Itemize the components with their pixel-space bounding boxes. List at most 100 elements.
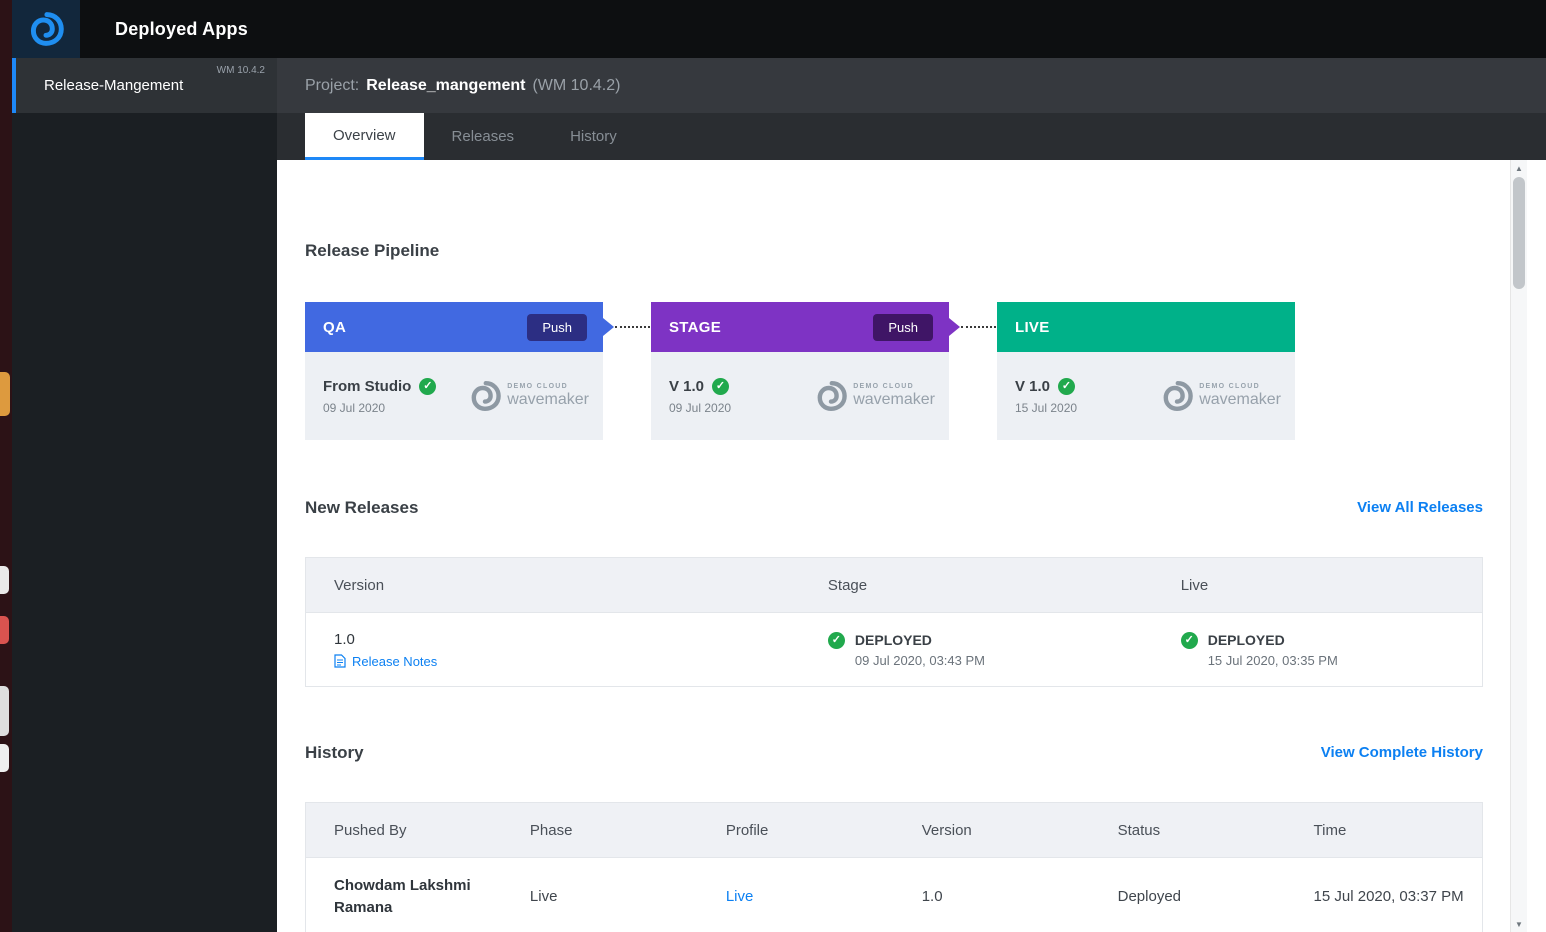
release-pipeline-heading: Release Pipeline (305, 240, 1483, 262)
release-notes-link[interactable]: Release Notes (334, 654, 800, 669)
stage-header-0: QA Push (305, 302, 603, 352)
logo-demo-cloud-label: DEMO CLOUD (853, 383, 935, 390)
stage-date: 15 Jul 2020 (1015, 401, 1077, 415)
sidebar-item-project[interactable]: WM 10.4.2 Release-Mangement (12, 58, 277, 113)
check-circle-icon (419, 378, 436, 395)
column-header-version: Version (894, 822, 1090, 839)
wavemaker-wave-icon (469, 380, 501, 412)
live-time: 15 Jul 2020, 03:35 PM (1208, 653, 1338, 668)
profile-live-link[interactable]: Live (726, 888, 754, 905)
stage-body: V 1.0 09 Jul 2020 DEMO CLOUD wavem (651, 352, 949, 440)
stage-version: V 1.0 (1015, 378, 1050, 395)
pushed-by-cell: Chowdam Lakshmi Ramana (306, 875, 502, 919)
wavemaker-logo[interactable] (12, 0, 80, 58)
scroll-down-arrow-icon[interactable] (1511, 916, 1527, 932)
stage-push-1[interactable]: Push (873, 314, 933, 341)
stage-status-cell: DEPLOYED 09 Jul 2020, 03:43 PM (800, 632, 1153, 668)
tab-bar: Overview Releases History (277, 113, 1546, 160)
release-version: 1.0 (334, 631, 800, 648)
sidebar-project-name: Release-Mangement (44, 77, 183, 94)
history-section-head: History View Complete History (305, 742, 1483, 764)
release-notes-label: Release Notes (352, 654, 437, 669)
check-circle-icon (828, 632, 845, 649)
logo-demo-cloud-label: DEMO CLOUD (507, 383, 589, 390)
live-status: DEPLOYED (1208, 632, 1338, 648)
logo-demo-cloud-label: DEMO CLOUD (1199, 383, 1281, 390)
column-header-status: Status (1090, 822, 1286, 839)
stage-name: QA (323, 319, 346, 336)
column-header-version: Version (306, 577, 800, 594)
pipeline-stage-stage: STAGE Push V 1.0 09 Jul 2020 (651, 302, 949, 440)
check-circle-icon (1058, 378, 1075, 395)
stage-date: 09 Jul 2020 (669, 401, 731, 415)
column-header-live: Live (1153, 577, 1482, 594)
stage-version: From Studio (323, 378, 411, 395)
column-header-stage: Stage (800, 577, 1153, 594)
column-header-profile: Profile (698, 822, 894, 839)
pipeline-stage-qa: QA Push From Studio 09 Jul 2020 (305, 302, 603, 440)
tab-overview[interactable]: Overview (305, 113, 424, 160)
sidebar: WM 10.4.2 Release-Mangement (12, 58, 277, 932)
project-header: Project: Release_mangement (WM 10.4.2) (277, 58, 1546, 113)
wavemaker-cloud-logo: DEMO CLOUD wavemaker (1161, 380, 1281, 412)
stage-time: 09 Jul 2020, 03:43 PM (855, 653, 985, 668)
wavemaker-wave-icon (28, 11, 64, 47)
new-releases-table: Version Stage Live 1.0 Release Notes (305, 557, 1483, 687)
time-cell: 15 Jul 2020, 03:37 PM (1286, 886, 1482, 908)
column-header-phase: Phase (502, 822, 698, 839)
check-circle-icon (1181, 632, 1198, 649)
wavemaker-cloud-logo: DEMO CLOUD wavemaker (469, 380, 589, 412)
taskbar-icon[interactable] (0, 372, 10, 416)
view-all-releases-link[interactable]: View All Releases (1357, 497, 1483, 519)
wavemaker-cloud-logo: DEMO CLOUD wavemaker (815, 380, 935, 412)
taskbar-icon[interactable] (0, 686, 9, 736)
app-window: Deployed Apps WM 10.4.2 Release-Mangemen… (0, 0, 1546, 932)
logo-wavemaker-label: wavemaker (507, 391, 589, 409)
table-row: 1.0 Release Notes (306, 612, 1482, 686)
app-title: Deployed Apps (115, 19, 248, 40)
stage-push-0[interactable]: Push (527, 314, 587, 341)
pipeline-connector (603, 302, 651, 352)
top-bar: Deployed Apps (12, 0, 1546, 58)
taskbar-icon[interactable] (0, 566, 9, 594)
project-wm-version: WM 10.4.2 (217, 65, 265, 76)
pipeline-connector (949, 302, 997, 352)
wavemaker-wave-icon (1161, 380, 1193, 412)
pipeline-stage-live: LIVE V 1.0 15 Jul 2020 (997, 302, 1295, 440)
history-table-header: Pushed By Phase Profile Version Status T… (306, 803, 1482, 857)
scroll-up-arrow-icon[interactable] (1511, 160, 1527, 176)
stage-status: DEPLOYED (855, 632, 985, 648)
release-pipeline: QA Push From Studio 09 Jul 2020 (305, 302, 1483, 440)
view-complete-history-link[interactable]: View Complete History (1321, 742, 1483, 764)
history-table: Pushed By Phase Profile Version Status T… (305, 802, 1483, 932)
taskbar-icon[interactable] (0, 744, 9, 772)
project-version: (WM 10.4.2) (532, 77, 620, 95)
table-row: Chowdam Lakshmi Ramana Live Live 1.0 Dep… (306, 857, 1482, 932)
stage-date: 09 Jul 2020 (323, 401, 436, 415)
stage-header-1: STAGE Push (651, 302, 949, 352)
wavemaker-wave-icon (815, 380, 847, 412)
version-cell: 1.0 (894, 888, 1090, 905)
scrollbar-thumb[interactable] (1513, 177, 1525, 289)
tab-releases[interactable]: Releases (424, 113, 543, 160)
tab-history[interactable]: History (542, 113, 645, 160)
column-header-time: Time (1286, 822, 1482, 839)
new-releases-heading: New Releases (305, 497, 418, 519)
check-circle-icon (712, 378, 729, 395)
stage-version: V 1.0 (669, 378, 704, 395)
stage-body: From Studio 09 Jul 2020 DEMO CLOUD (305, 352, 603, 440)
scrollbar[interactable] (1510, 160, 1527, 932)
taskbar-icon[interactable] (0, 616, 9, 644)
profile-cell: Live (698, 888, 894, 906)
logo-wavemaker-label: wavemaker (853, 391, 935, 409)
overview-panel: Release Pipeline QA Push From Studio (277, 160, 1546, 932)
stage-body: V 1.0 15 Jul 2020 DEMO CLOUD wavem (997, 352, 1295, 440)
live-status-cell: DEPLOYED 15 Jul 2020, 03:35 PM (1153, 632, 1482, 668)
column-header-pushed-by: Pushed By (306, 822, 502, 839)
stage-name: LIVE (1015, 319, 1050, 336)
logo-wavemaker-label: wavemaker (1199, 391, 1281, 409)
new-releases-table-header: Version Stage Live (306, 558, 1482, 612)
stage-name: STAGE (669, 319, 721, 336)
new-releases-section-head: New Releases View All Releases (305, 497, 1483, 519)
taskbar-strip (0, 0, 12, 932)
